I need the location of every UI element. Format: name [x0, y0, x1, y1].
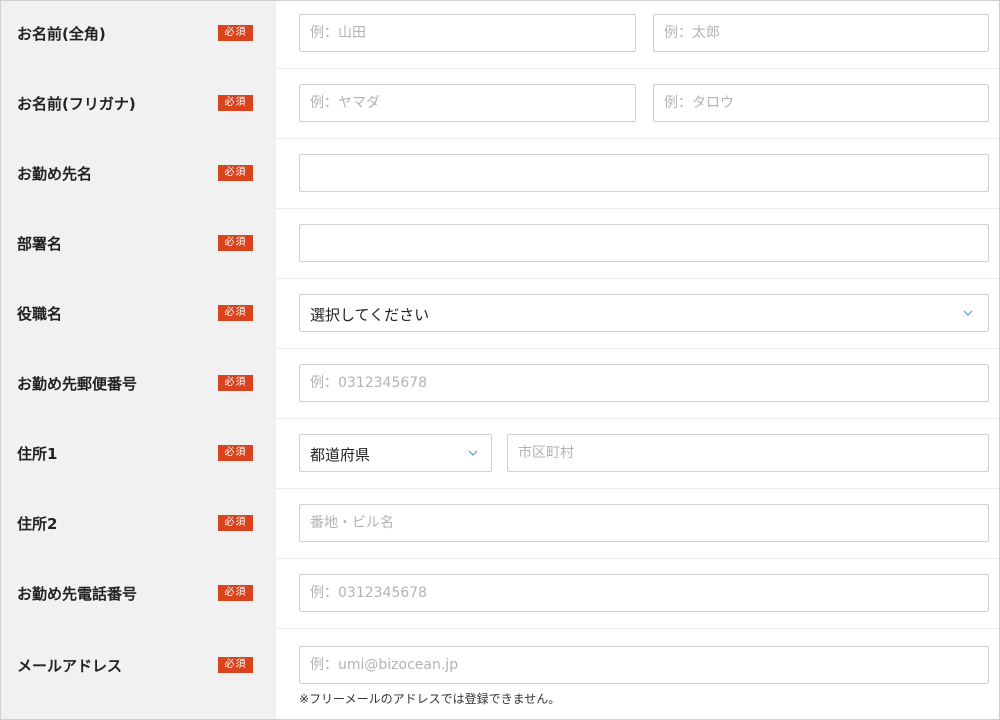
label-cell: 住所1 必須 [1, 419, 276, 489]
field-cell [276, 69, 999, 139]
select-value: 選択してください [310, 306, 430, 324]
form-row-postal: お勤め先郵便番号 必須 [1, 349, 999, 420]
field-cell: 都道府県 [276, 419, 999, 489]
required-badge: 必須 [218, 657, 253, 673]
required-badge: 必須 [218, 375, 253, 391]
label-cell: 部署名 必須 [1, 209, 276, 279]
select-value: 都道府県 [310, 446, 371, 464]
field-cell: 選択してください [276, 279, 999, 349]
field-label: 住所2 [17, 515, 58, 533]
required-badge: 必須 [218, 95, 253, 111]
chevron-down-icon [963, 310, 973, 316]
first-name-kana-input[interactable] [653, 84, 989, 122]
label-cell: お勤め先郵便番号 必須 [1, 349, 276, 419]
field-label: 住所1 [17, 445, 58, 463]
required-badge: 必須 [218, 445, 253, 461]
form-row-company: お勤め先名 必須 [1, 139, 999, 210]
registration-form: お名前(全角) 必須 お名前(フリガナ) 必須 お勤め先名 必須 部署名 [0, 0, 1000, 720]
street-building-input[interactable] [299, 504, 989, 542]
form-row-address2: 住所2 必須 [1, 489, 999, 560]
form-row-name-kana: お名前(フリガナ) 必須 [1, 69, 999, 140]
form-row-email: メールアドレス 必須 ※フリーメールのアドレスでは登録できません。 [1, 629, 999, 719]
position-select[interactable]: 選択してください [299, 294, 989, 332]
field-label: お勤め先郵便番号 [17, 375, 138, 393]
label-cell: お勤め先電話番号 必須 [1, 559, 276, 629]
department-input[interactable] [299, 224, 989, 262]
last-name-input[interactable] [299, 14, 636, 52]
field-label: 役職名 [17, 305, 63, 323]
field-label: お名前(全角) [17, 25, 106, 43]
field-cell [276, 349, 999, 419]
required-badge: 必須 [218, 165, 253, 181]
required-badge: 必須 [218, 515, 253, 531]
label-cell: お名前(全角) 必須 [1, 1, 276, 69]
label-cell: 住所2 必須 [1, 489, 276, 559]
field-label: お勤め先電話番号 [17, 585, 138, 603]
label-cell: 役職名 必須 [1, 279, 276, 349]
field-cell [276, 209, 999, 279]
free-mail-note: ※フリーメールのアドレスでは登録できません。 [299, 692, 561, 706]
form-row-phone: お勤め先電話番号 必須 [1, 559, 999, 630]
required-badge: 必須 [218, 25, 253, 41]
chevron-down-icon [468, 450, 478, 456]
prefecture-select[interactable]: 都道府県 [299, 434, 492, 472]
label-cell: お名前(フリガナ) 必須 [1, 69, 276, 139]
form-row-department: 部署名 必須 [1, 209, 999, 280]
field-cell [276, 489, 999, 559]
postal-code-input[interactable] [299, 364, 989, 402]
form-row-name-kanji: お名前(全角) 必須 [1, 1, 999, 70]
phone-input[interactable] [299, 574, 989, 612]
email-input[interactable] [299, 646, 989, 684]
field-label: お名前(フリガナ) [17, 95, 136, 113]
label-cell: お勤め先名 必須 [1, 139, 276, 209]
field-cell [276, 1, 999, 69]
field-label: メールアドレス [17, 657, 123, 675]
first-name-input[interactable] [653, 14, 989, 52]
required-badge: 必須 [218, 235, 253, 251]
field-cell: ※フリーメールのアドレスでは登録できません。 [276, 629, 999, 719]
field-label: 部署名 [17, 235, 63, 253]
label-cell: メールアドレス 必須 [1, 629, 276, 719]
form-row-position: 役職名 必須 選択してください [1, 279, 999, 350]
city-input[interactable] [507, 434, 989, 472]
form-row-address1: 住所1 必須 都道府県 [1, 419, 999, 490]
required-badge: 必須 [218, 305, 253, 321]
field-label: お勤め先名 [17, 165, 93, 183]
field-cell [276, 559, 999, 629]
last-name-kana-input[interactable] [299, 84, 636, 122]
field-cell [276, 139, 999, 209]
required-badge: 必須 [218, 585, 253, 601]
company-name-input[interactable] [299, 154, 989, 192]
